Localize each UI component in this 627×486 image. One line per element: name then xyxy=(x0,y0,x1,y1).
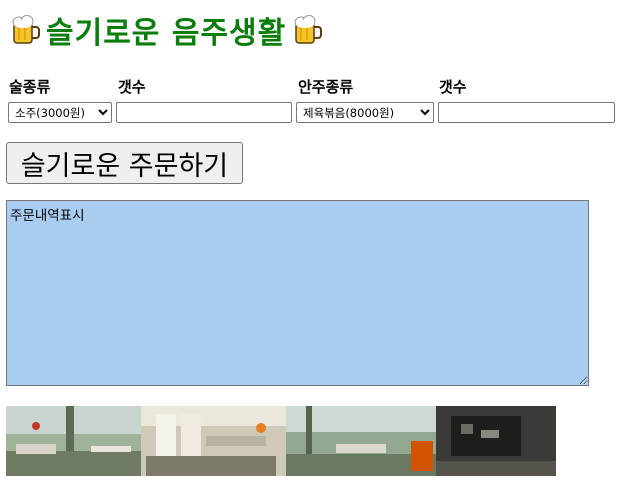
snack-type-select[interactable]: 제육볶음(8000원) xyxy=(296,102,434,123)
liquor-type-select[interactable]: 소주(3000원) xyxy=(8,102,112,123)
page: 슬기로운 음주생활 술종류 갯수 안주종류 갯수 소주(3000원) 제육볶음(… xyxy=(0,0,627,486)
snack-quantity-label: 갯수 xyxy=(439,78,467,96)
beer-mug-icon xyxy=(12,15,40,44)
beer-mug-icon xyxy=(294,15,323,44)
liquor-quantity-input[interactable] xyxy=(116,102,292,123)
title-text: 슬기로운 음주생활 xyxy=(46,16,287,51)
snack-quantity-input[interactable] xyxy=(438,102,615,123)
snack-type-label: 안주종류 xyxy=(298,78,354,96)
liquor-type-label: 술종류 xyxy=(9,78,51,96)
interior-photo-image xyxy=(6,406,556,476)
order-button[interactable]: 슬기로운 주문하기 xyxy=(6,142,243,184)
page-title: 슬기로운 음주생활 xyxy=(8,8,324,52)
interior-photo-banner xyxy=(6,406,556,476)
liquor-quantity-label: 갯수 xyxy=(118,78,146,96)
order-summary-textarea[interactable]: 주문내역표시 xyxy=(6,200,589,386)
